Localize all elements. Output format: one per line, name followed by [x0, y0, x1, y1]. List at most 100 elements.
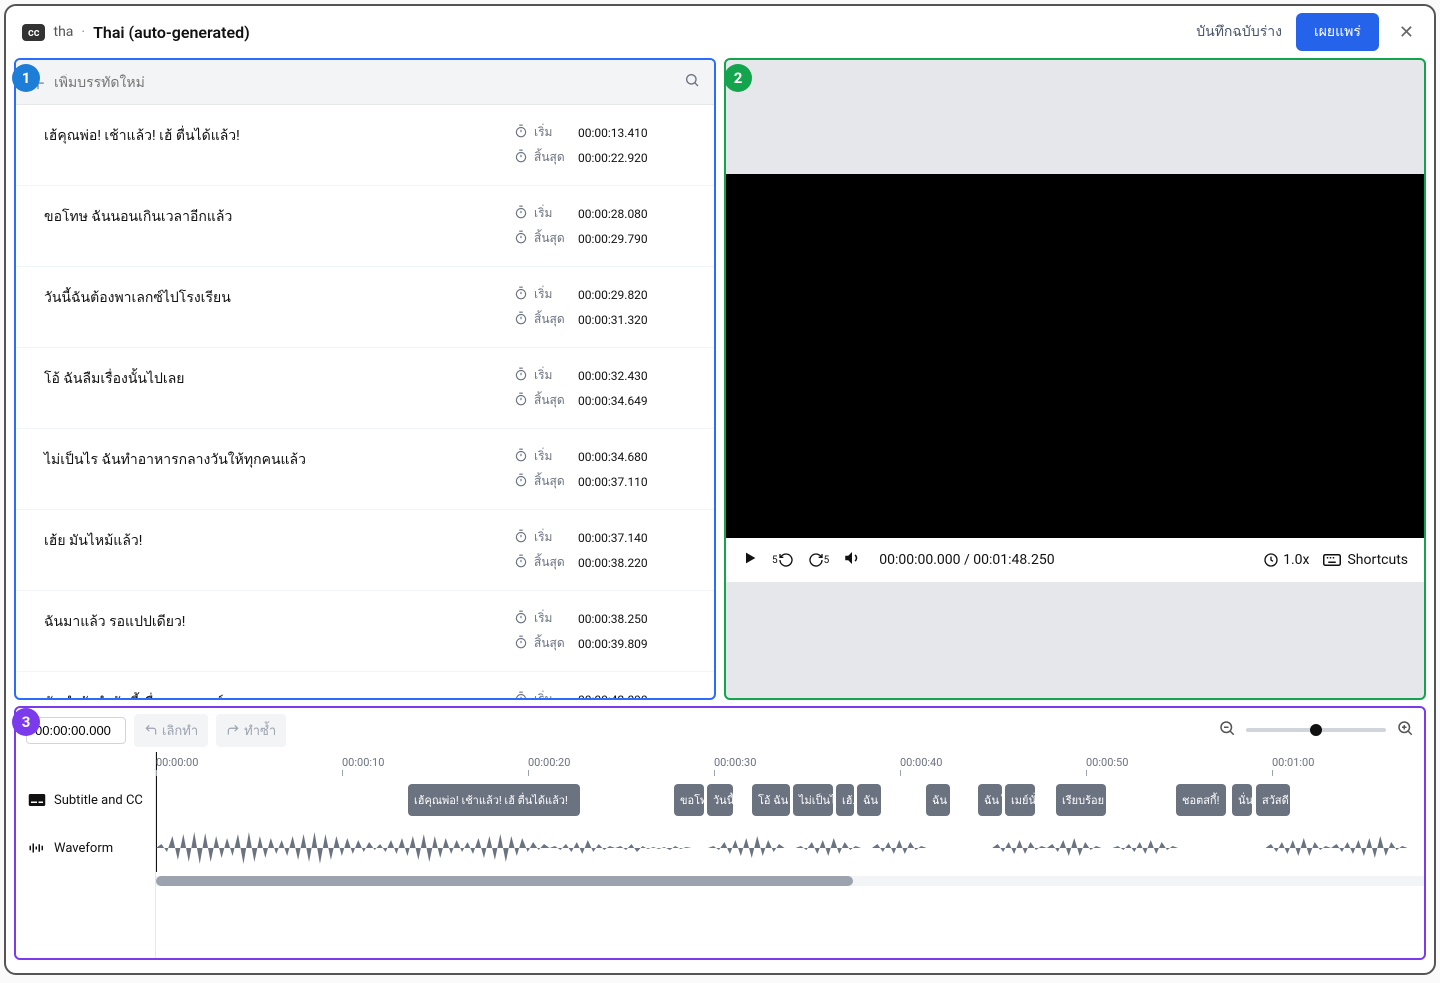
stopwatch-icon [514, 392, 528, 410]
annotation-badge-2: 2 [724, 64, 752, 92]
annotation-badge-1: 1 [12, 64, 40, 92]
start-time[interactable]: 00:00:34.680 [578, 450, 648, 464]
timeline-scrollbar[interactable] [156, 876, 1424, 886]
timeline-subtitle-chip[interactable]: เฮ้คุณพ่อ! เช้าแล้ว! เฮ้ ตื่นได้แล้ว! [408, 784, 580, 816]
stopwatch-icon [514, 286, 528, 304]
end-time[interactable]: 00:00:29.790 [578, 232, 648, 246]
playback-speed-button[interactable]: 1.0x [1263, 552, 1309, 568]
stopwatch-icon [514, 529, 528, 547]
time-ruler[interactable]: 00:00:0000:00:1000:00:2000:00:3000:00:40… [156, 752, 1424, 776]
subtitle-text[interactable]: วันนี้ฉันต้องพาเลกซ์ไปโรงเรียน [44, 285, 514, 329]
video-controls: 5 5 00:00:00.000 / 00:01:48.250 1.0x [726, 538, 1424, 582]
timeline-subtitle-chip[interactable]: นั่น คื… [1232, 784, 1252, 816]
ruler-tick: 00:00:30 [714, 756, 756, 769]
timeline-time-input[interactable] [26, 717, 126, 744]
stopwatch-icon [514, 635, 528, 653]
subtitle-text[interactable]: ฉันมาแล้ว รอแปปเดียว! [44, 609, 514, 653]
video-player[interactable] [726, 174, 1424, 538]
zoom-out-icon[interactable] [1218, 719, 1236, 741]
save-draft-button[interactable]: บันทึกฉบับร่าง [1196, 21, 1282, 43]
start-time[interactable]: 00:00:29.820 [578, 288, 648, 302]
timeline-subtitle-chip[interactable]: สวัสดี [1256, 784, 1290, 816]
end-time[interactable]: 00:00:31.320 [578, 313, 648, 327]
subtitle-row[interactable]: เฮ้คุณพ่อ! เช้าแล้ว! เฮ้ ตื่นได้แล้ว!เริ… [16, 105, 714, 186]
close-icon[interactable]: ✕ [1395, 18, 1418, 47]
zoom-slider[interactable] [1246, 728, 1386, 732]
stopwatch-icon [514, 610, 528, 628]
subtitle-text[interactable]: เฮ้คุณพ่อ! เช้าแล้ว! เฮ้ ตื่นได้แล้ว! [44, 123, 514, 167]
add-line-row: ＋ [16, 60, 714, 105]
timeline-subtitle-chip[interactable]: ฉัน ได้… [978, 784, 1002, 816]
start-time[interactable]: 00:00:37.140 [578, 531, 648, 545]
video-time-display: 00:00:00.000 / 00:01:48.250 [879, 552, 1054, 568]
stopwatch-icon [514, 448, 528, 466]
timeline-subtitle-chip[interactable]: เรียบร้อย ห่อให้ลดต… [1056, 784, 1106, 816]
annotation-badge-3: 3 [12, 708, 40, 736]
subtitle-text[interactable]: ขอโทษ ฉันนอนเกินเวลาอีกแล้ว [44, 204, 514, 248]
subtitle-text[interactable]: เฮ้ย มันไหม้แล้ว! [44, 528, 514, 572]
ruler-tick: 00:01:00 [1272, 756, 1314, 769]
page-title: Thai (auto-generated) [93, 23, 250, 42]
topbar: cc tha · Thai (auto-generated) บันทึกฉบั… [6, 6, 1434, 58]
search-icon[interactable] [684, 72, 700, 92]
stopwatch-icon [514, 554, 528, 572]
subtitle-row[interactable]: ฉันกำลังทำอันนี้เพื่อคุณนะเมย์เริ่ม00:00… [16, 672, 714, 698]
stopwatch-icon [514, 205, 528, 223]
end-time[interactable]: 00:00:38.220 [578, 556, 648, 570]
timeline-subtitle-chip[interactable]: ขอโทษ ฉัน… [674, 784, 704, 816]
timeline-subtitle-chip[interactable]: ฉัน กำลั… [926, 784, 950, 816]
volume-icon[interactable] [843, 549, 861, 571]
subtitle-row[interactable]: ฉันมาแล้ว รอแปปเดียว!เริ่ม00:00:38.250สิ… [16, 591, 714, 672]
timeline-panel: เลิกทำ ทำซ้ำ Subt [14, 706, 1426, 960]
subtitle-text[interactable]: โอ้ ฉันลืมเรื่องนั้นไปเลย [44, 366, 514, 410]
subtitle-row[interactable]: วันนี้ฉันต้องพาเลกซ์ไปโรงเรียนเริ่ม00:00… [16, 267, 714, 348]
rewind-5-icon[interactable]: 5 [772, 552, 794, 568]
subtitle-row[interactable]: ขอโทษ ฉันนอนเกินเวลาอีกแล้วเริ่ม00:00:28… [16, 186, 714, 267]
play-icon[interactable] [742, 550, 758, 570]
timeline-subtitle-chip[interactable]: ชอตสกี้! [1176, 784, 1226, 816]
stopwatch-icon [514, 691, 528, 699]
start-time[interactable]: 00:00:42.090 [578, 693, 648, 699]
subtitle-row[interactable]: ไม่เป็นไร ฉันทำอาหารกลางวันให้ทุกคนแล้วเ… [16, 429, 714, 510]
end-time[interactable]: 00:00:22.920 [578, 151, 648, 165]
ruler-tick: 00:00:00 [156, 756, 198, 769]
ruler-tick: 00:00:20 [528, 756, 570, 769]
timeline-subtitle-chip[interactable]: ไม่เป็นไร ฉันทำ… [793, 784, 833, 816]
stopwatch-icon [514, 311, 528, 329]
waveform-track[interactable] [156, 824, 1424, 872]
end-time[interactable]: 00:00:37.110 [578, 475, 648, 489]
shortcuts-button[interactable]: Shortcuts [1323, 552, 1408, 568]
subtitle-track[interactable]: เฮ้คุณพ่อ! เช้าแล้ว! เฮ้ ตื่นได้แล้ว! ขอโ… [156, 776, 1424, 824]
timeline-subtitle-chip[interactable]: วันนี้… [707, 784, 733, 816]
cc-badge-icon: cc [22, 24, 45, 41]
subtitle-rows[interactable]: เฮ้คุณพ่อ! เช้าแล้ว! เฮ้ ตื่นได้แล้ว!เริ… [16, 105, 714, 698]
timeline-tracks[interactable]: 00:00:0000:00:1000:00:2000:00:3000:00:40… [156, 752, 1424, 958]
redo-button[interactable]: ทำซ้ำ [216, 714, 286, 747]
subtitle-track-label: Subtitle and CC [16, 776, 155, 824]
subtitle-row[interactable]: โอ้ ฉันลืมเรื่องนั้นไปเลยเริ่ม00:00:32.4… [16, 348, 714, 429]
ruler-tick: 00:00:40 [900, 756, 942, 769]
video-panel: 5 5 00:00:00.000 / 00:01:48.250 1.0x [724, 58, 1426, 700]
undo-button[interactable]: เลิกทำ [134, 714, 208, 747]
subtitle-text[interactable]: ไม่เป็นไร ฉันทำอาหารกลางวันให้ทุกคนแล้ว [44, 447, 514, 491]
add-line-input[interactable] [54, 74, 684, 90]
subtitle-text[interactable]: ฉันกำลังทำอันนี้เพื่อคุณนะเมย์ [44, 690, 514, 698]
stopwatch-icon [514, 124, 528, 142]
stopwatch-icon [514, 230, 528, 248]
timeline-subtitle-chip[interactable]: เฮ้… [836, 784, 854, 816]
start-time[interactable]: 00:00:28.080 [578, 207, 648, 221]
publish-button[interactable]: เผยแพร่ [1296, 13, 1379, 51]
timeline-subtitle-chip[interactable]: โอ้ ฉัน ลืมเรื่… [752, 784, 790, 816]
timeline-subtitle-chip[interactable]: เมย์นั่ง ลง… [1005, 784, 1035, 816]
forward-5-icon[interactable]: 5 [808, 552, 830, 568]
timeline-subtitle-chip[interactable]: ฉัน มา… [857, 784, 881, 816]
start-time[interactable]: 00:00:38.250 [578, 612, 648, 626]
zoom-in-icon[interactable] [1396, 719, 1414, 741]
dot-separator: · [81, 24, 85, 40]
start-time[interactable]: 00:00:13.410 [578, 126, 648, 140]
start-time[interactable]: 00:00:32.430 [578, 369, 648, 383]
end-time[interactable]: 00:00:39.809 [578, 637, 648, 651]
end-time[interactable]: 00:00:34.649 [578, 394, 648, 408]
stopwatch-icon [514, 367, 528, 385]
subtitle-row[interactable]: เฮ้ย มันไหม้แล้ว!เริ่ม00:00:37.140สิ้นสุ… [16, 510, 714, 591]
